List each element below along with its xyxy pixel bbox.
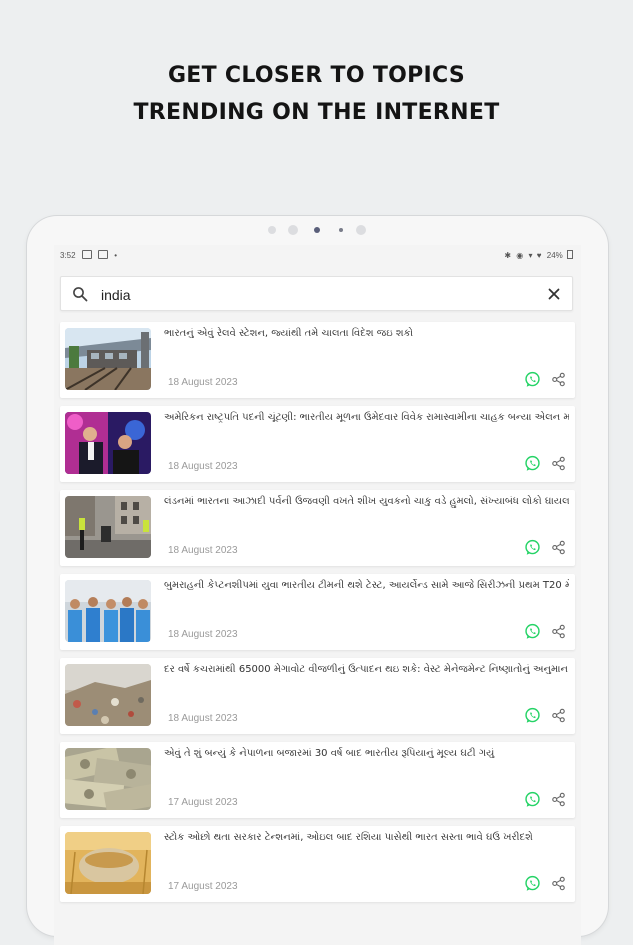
article-card[interactable]: અમેરિકન રાષ્ટ્રપતિ પદની ચૂંટણી: ભારતીય મ… [60,406,575,482]
wheat-sack-photo [65,832,151,894]
article-thumbnail[interactable] [65,664,151,726]
article-date: 18 August 2023 [168,629,238,640]
london-street-photo [65,496,151,558]
whatsapp-icon[interactable] [524,539,541,556]
status-bar-left: 3:52 • [60,250,117,260]
sensor-dot-4 [356,225,366,235]
sensor-dot-3 [339,228,343,232]
article-date: 17 August 2023 [168,797,238,808]
battery-level: 24% [546,251,563,260]
article-title[interactable]: લંડનમાં ભારતના આઝાદી પર્વની ઉજવણી વખતે શ… [164,495,569,508]
article-title[interactable]: દર વર્ષે કચરામાંથી 65000 મેગાવોટ વીજળીનુ… [164,663,569,676]
search-input[interactable] [99,284,523,306]
share-icon[interactable] [551,540,566,555]
headline-line-2: TRENDING ON THE INTERNET [133,100,500,125]
more-notifications-icon: • [114,251,118,260]
status-time: 3:52 [60,251,76,260]
sensor-dot-1 [268,226,276,234]
share-icon[interactable] [551,456,566,471]
article-title[interactable]: સ્ટોક ઓછો થતા સરકાર ટેન્શનમાં, ઓઇલ બાદ ર… [164,831,569,844]
waste-landfill-photo [65,664,151,726]
article-thumbnail[interactable] [65,496,151,558]
article-card[interactable]: દર વર્ષે કચરામાંથી 65000 મેગાવોટ વીજળીનુ… [60,658,575,734]
notification-icon [81,250,92,259]
article-date: 17 August 2023 [168,881,238,892]
search-bar [60,276,573,311]
share-icon[interactable] [551,708,566,723]
article-thumbnail[interactable] [65,412,151,474]
whatsapp-icon[interactable] [524,707,541,724]
battery-icon [567,250,573,259]
close-icon[interactable] [546,286,562,302]
article-list: ભારતનું એવું રેલવે સ્ટેશન, જ્યાંથી તમે ચ… [60,322,575,910]
railway-station-photo [65,328,151,390]
search-icon[interactable] [72,286,88,302]
headline: GET CLOSER TO TOPICS TRENDING ON THE INT… [0,57,633,131]
status-bar-right: ✱ ◉ ▾ ♥ 24% [504,250,573,260]
article-thumbnail[interactable] [65,748,151,810]
wifi-icon: ♥ [536,251,542,260]
article-title[interactable]: એવું તે શું બન્યું કે નેપાળના બજારમાં 30… [164,747,569,760]
article-date: 18 August 2023 [168,545,238,556]
whatsapp-icon[interactable] [524,791,541,808]
share-icon[interactable] [551,372,566,387]
whatsapp-icon[interactable] [524,623,541,640]
share-icon[interactable] [551,792,566,807]
article-card[interactable]: સ્ટોક ઓછો થતા સરકાર ટેન્શનમાં, ઓઇલ બાદ ર… [60,826,575,902]
article-title[interactable]: ભારતનું એવું રેલવે સ્ટેશન, જ્યાંથી તમે ચ… [164,327,569,340]
signal-icon: ▾ [528,251,533,260]
stage-speakers-photo [65,412,151,474]
article-date: 18 August 2023 [168,377,238,388]
article-card[interactable]: લંડનમાં ભારતના આઝાદી પર્વની ઉજવણી વખતે શ… [60,490,575,566]
tablet-sensors [27,224,608,238]
article-card[interactable]: એવું તે શું બન્યું કે નેપાળના બજારમાં 30… [60,742,575,818]
article-thumbnail[interactable] [65,580,151,642]
share-icon[interactable] [551,624,566,639]
status-bar: 3:52 • ✱ ◉ ▾ ♥ 24% [54,245,581,265]
whatsapp-icon[interactable] [524,455,541,472]
notification-icon [98,250,109,259]
camera-lens [314,227,320,233]
whatsapp-icon[interactable] [524,371,541,388]
rupee-notes-photo [65,748,151,810]
article-card[interactable]: ભારતનું એવું રેલવે સ્ટેશન, જ્યાંથી તમે ચ… [60,322,575,398]
article-title[interactable]: અમેરિકન રાષ્ટ્રપતિ પદની ચૂંટણી: ભારતીય મ… [164,411,569,424]
tablet-frame: 3:52 • ✱ ◉ ▾ ♥ 24% india ભારતનું એવું રે… [27,216,608,945]
article-title[interactable]: બુમરાહની કેપ્ટનશીપમાં યુવા ભારતીય ટીમની … [164,579,569,592]
article-thumbnail[interactable] [65,832,151,894]
article-thumbnail[interactable] [65,328,151,390]
share-icon[interactable] [551,876,566,891]
sensor-dot-2 [288,225,298,235]
bluetooth-icon: ✱ [504,251,512,260]
article-date: 18 August 2023 [168,461,238,472]
cricket-team-photo [65,580,151,642]
vibrate-icon: ◉ [516,251,524,260]
whatsapp-icon[interactable] [524,875,541,892]
article-date: 18 August 2023 [168,713,238,724]
headline-line-1: GET CLOSER TO TOPICS [167,63,466,88]
app-screen: 3:52 • ✱ ◉ ▾ ♥ 24% india ભારતનું એવું રે… [54,245,581,945]
article-card[interactable]: બુમરાહની કેપ્ટનશીપમાં યુવા ભારતીય ટીમની … [60,574,575,650]
